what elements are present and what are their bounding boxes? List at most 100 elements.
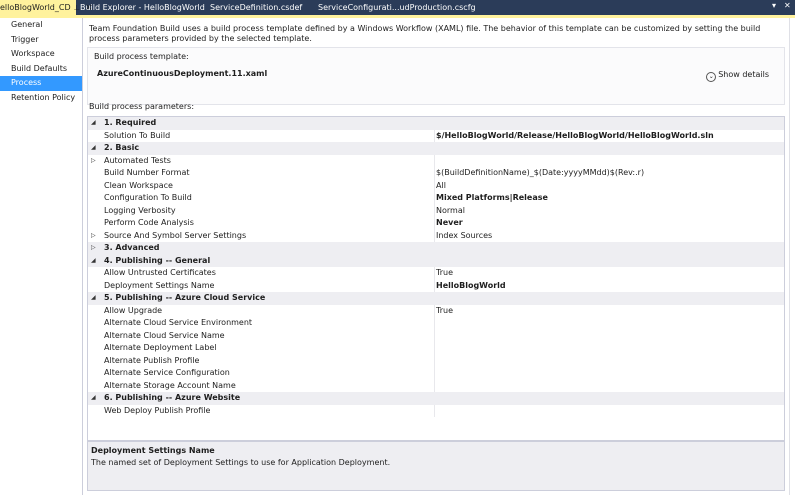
property-row[interactable]: Logging Verbosity Normal bbox=[88, 204, 784, 217]
property-name: Alternate Publish Profile bbox=[104, 355, 200, 365]
category-label: 5. Publishing -- Azure Cloud Service bbox=[104, 293, 266, 302]
property-name: Alternate Deployment Label bbox=[104, 343, 217, 352]
property-value[interactable] bbox=[434, 329, 784, 342]
property-row[interactable]: ▷ Source And Symbol Server Settings Index … bbox=[88, 229, 784, 243]
sidebar: General Trigger Workspace Build Defaults… bbox=[0, 18, 83, 495]
property-row[interactable]: Allow Upgrade True bbox=[88, 304, 784, 317]
property-value[interactable] bbox=[434, 404, 784, 417]
property-name: Web Deploy Publish Profile bbox=[104, 405, 211, 415]
tab-service-configuration[interactable]: ServiceConfigurati...udProduction.cscfg bbox=[318, 0, 476, 15]
property-row[interactable]: Alternate Deployment Label bbox=[88, 342, 784, 355]
category-label: 3. Advanced bbox=[104, 243, 160, 252]
property-value[interactable] bbox=[434, 317, 784, 330]
property-value[interactable]: $(BuildDefinitionName)_$(Date:yyyyMMdd)$… bbox=[434, 167, 784, 180]
property-row[interactable]: Alternate Cloud Service Name bbox=[88, 329, 784, 342]
template-label: Build process template: bbox=[94, 52, 189, 61]
property-name: Solution To Build bbox=[104, 130, 171, 140]
property-name: Allow Upgrade bbox=[104, 305, 163, 315]
build-template-box: Build process template: AzureContinuousD… bbox=[87, 47, 785, 105]
scrollbar-edge[interactable] bbox=[789, 18, 795, 495]
property-row[interactable]: Clean Workspace All bbox=[88, 179, 784, 192]
process-panel: Team Foundation Build uses a build proce… bbox=[83, 18, 795, 495]
property-row[interactable]: Build Number Format $(BuildDefinitionName… bbox=[88, 167, 784, 180]
document-tab-bar: elloBlogWorld_CD ⊥ ✕ Build Explorer - Hell… bbox=[0, 0, 795, 15]
triangle-down-icon[interactable]: ◢ bbox=[91, 142, 99, 155]
category-label: 4. Publishing -- General bbox=[104, 255, 211, 265]
parameters-property-grid[interactable]: ◢ 1. Required Solution To Build $/HelloBlog… bbox=[87, 116, 785, 441]
property-name: Source And Symbol Server Settings bbox=[104, 230, 247, 240]
tab-close-icon[interactable]: ✕ bbox=[784, 1, 791, 10]
sidebar-item-trigger[interactable]: Trigger bbox=[0, 33, 82, 48]
property-value[interactable]: Mixed Platforms|Release bbox=[434, 192, 784, 205]
property-value[interactable]: HelloBlogWorld bbox=[434, 279, 784, 292]
property-row[interactable]: Alternate Publish Profile bbox=[88, 354, 784, 367]
property-value[interactable] bbox=[434, 342, 784, 355]
category-label: 1. Required bbox=[104, 118, 157, 127]
property-name: Configuration To Build bbox=[104, 193, 192, 202]
property-row[interactable]: Alternate Service Configuration bbox=[88, 367, 784, 380]
property-value[interactable]: Index Sources bbox=[434, 229, 784, 242]
triangle-right-icon[interactable]: ▷ bbox=[91, 230, 99, 243]
property-value[interactable] bbox=[434, 154, 784, 167]
property-row[interactable]: Web Deploy Publish Profile bbox=[88, 404, 784, 417]
category-row[interactable]: ◢ 2. Basic bbox=[88, 142, 784, 155]
category-row[interactable]: ▷ 3. Advanced bbox=[88, 242, 784, 255]
chevron-down-circle-icon: ⌄ bbox=[706, 72, 717, 82]
property-row[interactable]: Alternate Storage Account Name bbox=[88, 379, 784, 392]
property-row[interactable]: Perform Code Analysis Never bbox=[88, 217, 784, 230]
triangle-down-icon[interactable]: ◢ bbox=[91, 392, 99, 405]
tab-label: ServiceDefinition.csdef bbox=[210, 3, 303, 12]
tab-label: elloBlogWorld_CD bbox=[0, 3, 71, 12]
triangle-down-icon[interactable]: ◢ bbox=[91, 292, 99, 305]
property-name: Clean Workspace bbox=[104, 180, 173, 190]
property-value[interactable]: $/HelloBlogWorld/Release/HelloBlogWorld/… bbox=[434, 129, 784, 142]
tab-overflow-icon[interactable]: ▾ bbox=[772, 1, 776, 10]
property-value[interactable]: Normal bbox=[434, 204, 784, 217]
property-name: Alternate Storage Account Name bbox=[104, 380, 236, 390]
property-row[interactable]: Solution To Build $/HelloBlogWorld/Releas… bbox=[88, 129, 784, 142]
params-label: Build process parameters: bbox=[89, 102, 195, 111]
property-row[interactable]: Configuration To Build Mixed Platforms|Re… bbox=[88, 192, 784, 205]
property-value[interactable] bbox=[434, 379, 784, 392]
sidebar-item-workspace[interactable]: Workspace bbox=[0, 47, 82, 62]
triangle-down-icon[interactable]: ◢ bbox=[91, 255, 99, 268]
property-name: Automated Tests bbox=[104, 155, 171, 165]
property-row[interactable]: Allow Untrusted Certificates True bbox=[88, 267, 784, 280]
tab-label: ServiceConfigurati...udProduction.cscfg bbox=[318, 3, 476, 12]
process-description: Team Foundation Build uses a build proce… bbox=[89, 24, 761, 43]
property-value[interactable] bbox=[434, 367, 784, 380]
property-name: Logging Verbosity bbox=[104, 205, 176, 215]
property-value[interactable]: True bbox=[434, 304, 784, 317]
property-row[interactable]: Alternate Cloud Service Environment bbox=[88, 317, 784, 330]
tab-service-definition[interactable]: ServiceDefinition.csdef bbox=[210, 0, 302, 15]
property-value[interactable]: True bbox=[434, 267, 784, 280]
property-name: Build Number Format bbox=[104, 168, 190, 177]
triangle-down-icon[interactable]: ◢ bbox=[91, 117, 99, 130]
template-name: AzureContinuousDeployment.11.xaml bbox=[97, 69, 268, 78]
category-label: 2. Basic bbox=[104, 143, 140, 152]
show-details-button[interactable]: ⌄ Show details bbox=[706, 70, 769, 82]
tab-label: Build Explorer - HelloBlogWorld bbox=[80, 3, 205, 12]
property-value[interactable]: Never bbox=[434, 217, 784, 230]
property-value[interactable] bbox=[434, 354, 784, 367]
property-name: Alternate Cloud Service Environment bbox=[104, 318, 253, 327]
category-label: 6. Publishing -- Azure Website bbox=[104, 393, 241, 402]
property-row[interactable]: ▷ Automated Tests bbox=[88, 154, 784, 168]
category-row[interactable]: ◢ 4. Publishing -- General bbox=[88, 254, 784, 268]
property-value[interactable]: All bbox=[434, 179, 784, 192]
triangle-right-icon[interactable]: ▷ bbox=[91, 155, 99, 168]
triangle-right-icon[interactable]: ▷ bbox=[91, 242, 99, 255]
property-row[interactable]: Deployment Settings Name HelloBlogWorld bbox=[88, 279, 784, 292]
property-name: Alternate Service Configuration bbox=[104, 368, 230, 377]
pin-icon[interactable]: ⊥ bbox=[74, 4, 80, 12]
sidebar-item-build-defaults[interactable]: Build Defaults bbox=[0, 62, 82, 77]
category-row[interactable]: ◢ 5. Publishing -- Azure Cloud Service bbox=[88, 292, 784, 305]
category-row[interactable]: ◢ 6. Publishing -- Azure Website bbox=[88, 392, 784, 405]
tab-build-explorer[interactable]: Build Explorer - HelloBlogWorld bbox=[80, 0, 205, 15]
tab-build-definition[interactable]: elloBlogWorld_CD ⊥ ✕ bbox=[0, 0, 92, 15]
category-row[interactable]: ◢ 1. Required bbox=[88, 117, 784, 130]
sidebar-item-process[interactable]: Process bbox=[0, 76, 82, 91]
sidebar-item-general[interactable]: General bbox=[0, 18, 82, 33]
property-name: Perform Code Analysis bbox=[104, 218, 194, 227]
sidebar-item-retention-policy[interactable]: Retention Policy bbox=[0, 91, 82, 106]
